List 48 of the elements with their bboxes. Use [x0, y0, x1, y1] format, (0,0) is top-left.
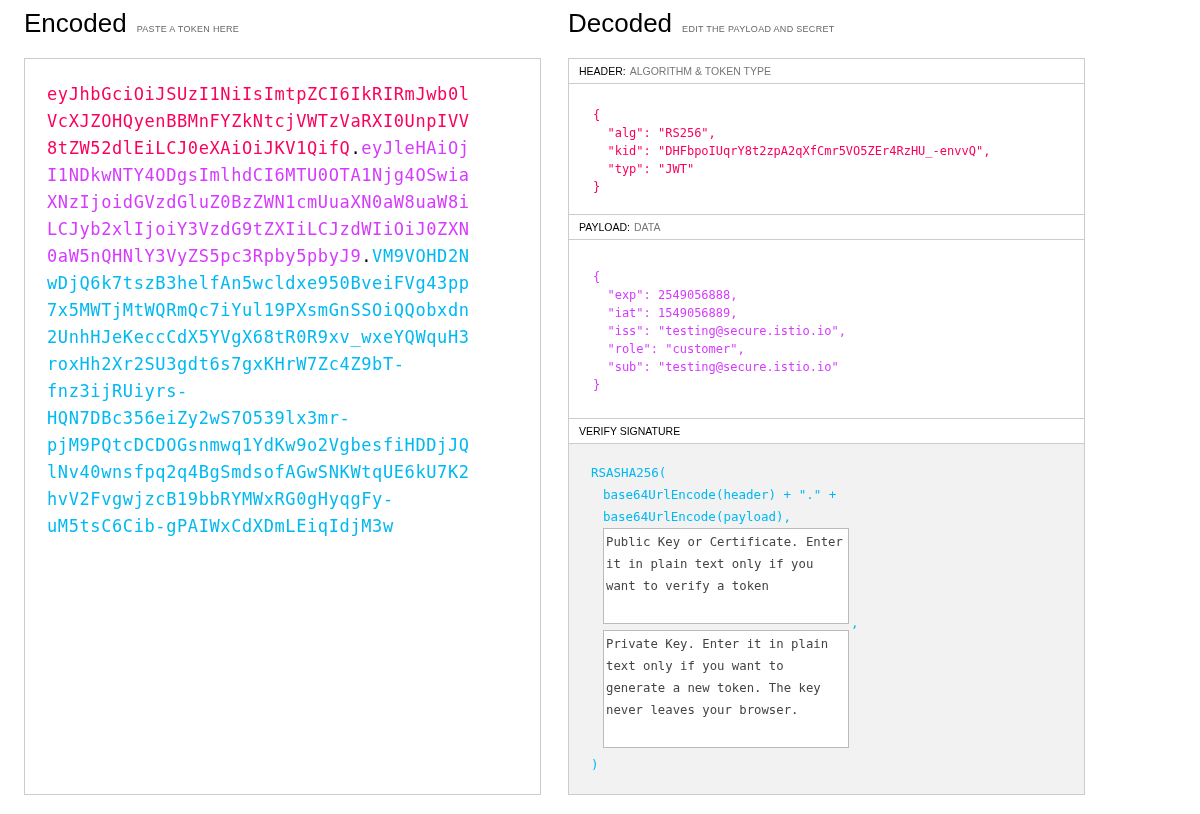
token-text-line: lNv40wnsfpq2q4BgSmdsofAGwSNKWtqUE6kU7K2: [47, 461, 470, 484]
json-line: }: [593, 377, 602, 394]
token-text-line: eyJhbGciOiJSUzI1NiIsImtpZCI6IkRIRmJwb0l: [47, 83, 470, 106]
encoded-title: Encoded: [24, 8, 127, 39]
json-editor[interactable]: { "exp": 2549056888, "iat": 1549056889, "iss": "testing@secure.istio.io", "role": "customer", "sub": "testing@secure.istio.io" }: [569, 240, 1084, 418]
token-text-line: HQN7DBc356eiZy2wS7O539lx3mr-: [47, 407, 351, 430]
section-sublabel: DATA: [633, 221, 661, 233]
json-line: }: [593, 179, 602, 196]
code-line: ): [591, 756, 600, 774]
token-text-line: LCJyb2xlIjoiY3VzdG9tZXIiLCJzdWIiOiJ0ZXN: [47, 218, 470, 241]
comma-text: ,: [851, 616, 859, 630]
json-line: "iat": 1549056889,: [606, 305, 739, 322]
token-text-line: fnz3ijRUiyrs-: [47, 380, 188, 403]
json-line: "role": "customer",: [606, 341, 746, 358]
section-sublabel: ALGORITHM & TOKEN TYPE: [629, 65, 771, 77]
json-line: "sub": "testing@secure.istio.io": [606, 359, 840, 376]
json-line: "alg": "RS256",: [606, 125, 717, 142]
decoded-title: Decoded: [568, 8, 673, 39]
token-text-line: VcXJZOHQyenBBMnFYZkNtcjVWTzVaRXI0UnpIVV: [47, 110, 470, 133]
json-line: {: [593, 269, 602, 286]
public-key-field[interactable]: Public Key or Certificate. Enter it in plain text only if you want to verify a token: [603, 528, 849, 624]
decoded-hint: EDIT THE PAYLOAD AND SECRET: [682, 24, 835, 34]
token-text-line: XNzIjoidGVzdGluZ0BzZWN1cmUuaXN0aW8uaW8i: [47, 191, 470, 214]
token-text-line: hvV2FvgwjzcB19bbRYMWxRG0gHyqgFy-: [47, 488, 394, 511]
json-line: "iss": "testing@secure.istio.io",: [606, 323, 847, 340]
code-line: RSASHA256(: [591, 464, 668, 482]
token-text-line: roxHh2Xr2SU3gdt6s7gxKHrW7Zc4Z9bT-: [47, 353, 405, 376]
json-line: "typ": "JWT": [606, 161, 696, 178]
token-text-line: 2UnhHJeKeccCdX5YVgX68tR0R9xv_wxeYQWquH3: [47, 326, 470, 349]
token-text-line: 0aW5nQHNlY3VyZS5pc3Rpby5pbyJ9.VM9VOHD2N: [47, 245, 470, 268]
private-key-field[interactable]: Private Key. Enter it in plain text only if you want to generate a new token. The key never leaves your browser.: [603, 630, 849, 748]
token-text-line: 7x5MWTjMtWQRmQc7iYul19PXsmGnSSOiQQobxdn: [47, 299, 470, 322]
token-text-line: I1NDkwNTY4ODgsImlhdCI6MTU0OTA1Njg4OSwia: [47, 164, 470, 187]
code-line: base64UrlEncode(header) + "." +: [603, 486, 838, 504]
token-text-line: uM5tsC6Cib-gPAIWxCdXDmLEiqIdjM3w: [47, 515, 394, 538]
json-line: {: [593, 107, 602, 124]
code-line: base64UrlEncode(payload),: [603, 508, 793, 526]
section-label: VERIFY SIGNATURE: [579, 425, 681, 437]
json-line: "exp": 2549056888,: [606, 287, 739, 304]
token-input[interactable]: [24, 58, 541, 795]
token-text-line: pjM9PQtcDCDOGsnmwq1YdKw9o2VgbesfiHDDjJQ: [47, 434, 470, 457]
json-line: "kid": "DHFbpoIUqrY8t2zpA2qXfCmr5VO5ZEr4RzHU_-envvQ",: [606, 143, 992, 160]
token-text-line: 8tZW52dlEiLCJ0eXAiOiJKV1QifQ.eyJleHAiOj: [47, 137, 470, 160]
encoded-hint: PASTE A TOKEN HERE: [136, 24, 240, 34]
section-label: HEADER:: [579, 65, 626, 77]
section-label: PAYLOAD:: [579, 221, 630, 233]
token-text-line: wDjQ6k7tszB3helfAn5wcldxe950BveiFVg43pp: [47, 272, 470, 295]
json-editor[interactable]: { "alg": "RS256", "kid": "DHFbpoIUqrY8t2zpA2qXfCmr5VO5ZEr4RzHU_-envvQ", "typ": "JWT" }: [569, 84, 1084, 214]
